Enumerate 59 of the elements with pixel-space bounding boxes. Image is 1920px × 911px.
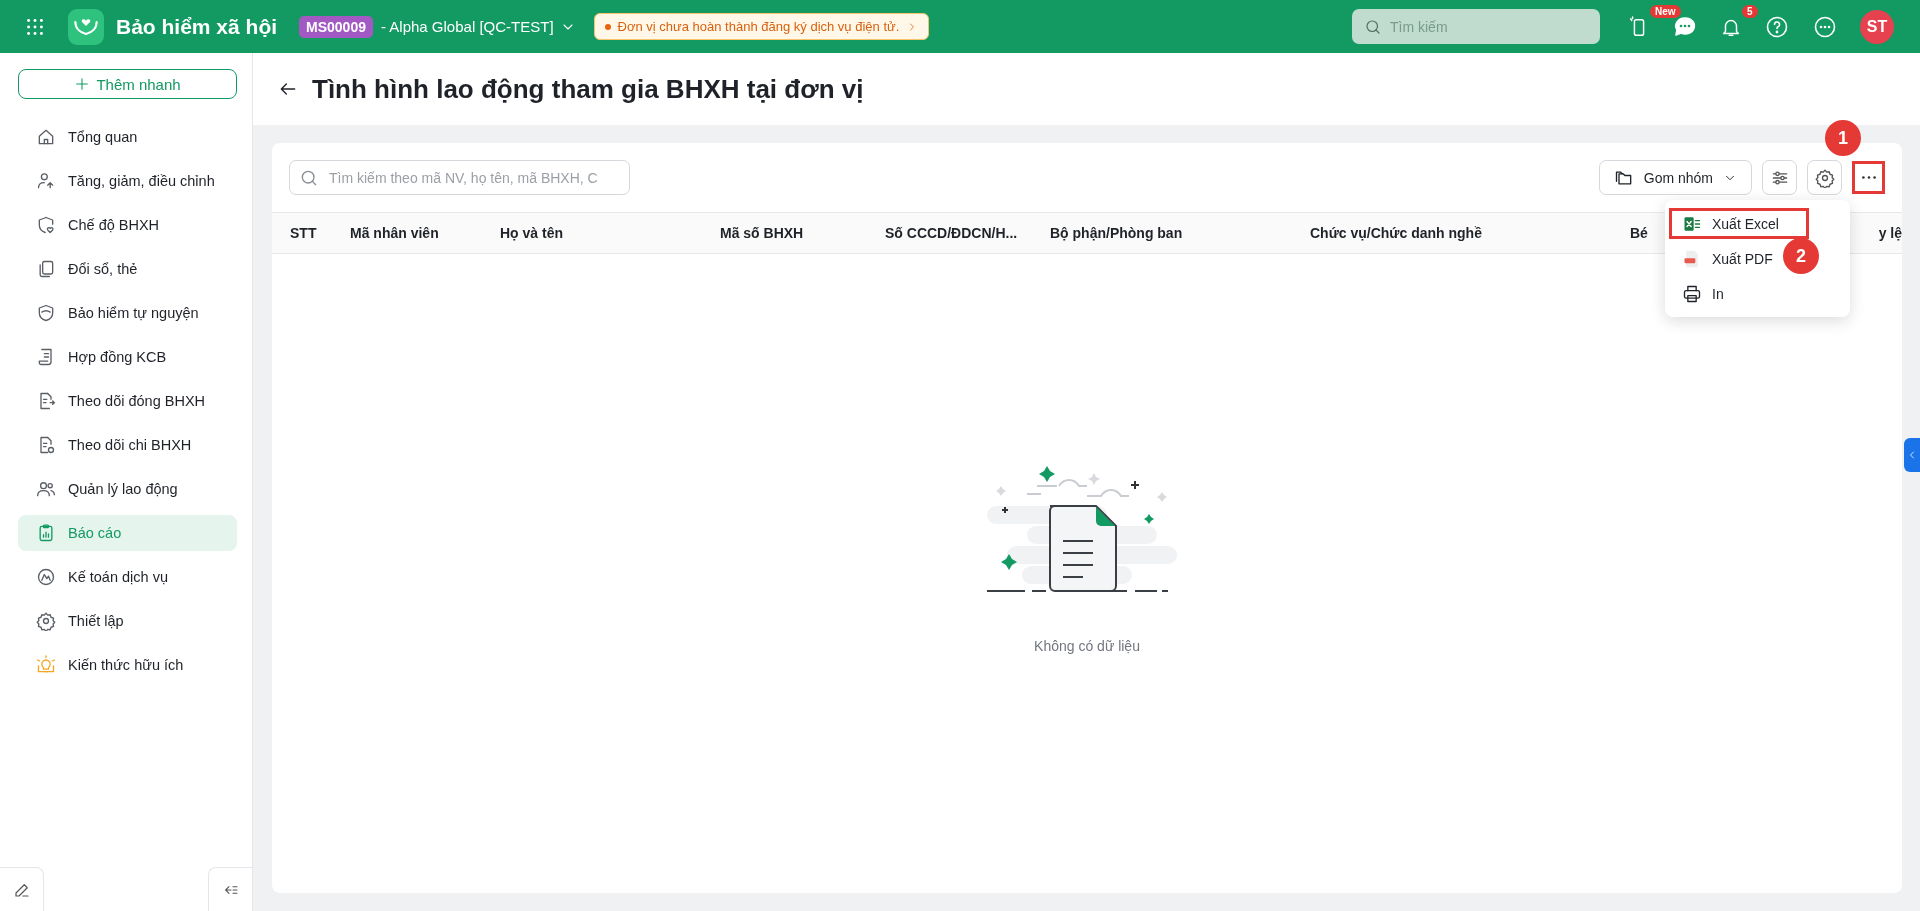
column-header: Số CCCD/ĐDCN/H... [885,225,1018,241]
shield-heart-icon [36,215,56,235]
column-header: Bộ phận/Phòng ban [1050,225,1183,241]
edit-button[interactable] [0,867,44,911]
sidebar-item[interactable]: Kiến thức hữu ích [18,647,237,683]
printer-icon [1682,283,1702,304]
quick-add-button[interactable]: Thêm nhanh [18,69,237,99]
chart-circle-icon [36,567,56,587]
step-marker: 1 [1825,120,1861,156]
notice-banner[interactable]: Đơn vị chưa hoàn thành đăng ký dịch vụ điện tử. [593,13,930,40]
users-icon [36,479,56,499]
collapse-sidebar-button[interactable] [208,867,252,911]
house-icon [36,127,56,147]
column-header: Mã số BHXH [720,225,804,241]
sidebar-item[interactable]: Thiết lập [18,603,237,639]
column-header: Họ và tên [500,225,563,241]
sidebar-item[interactable]: Đổi sổ, thẻ [18,251,237,287]
more-options-button[interactable] [1852,161,1885,194]
sidebar-item[interactable]: Chế độ BHXH [18,207,237,243]
sidebar-item[interactable]: Theo dõi chi BHXH [18,427,237,463]
org-code-tag: MS00009 [299,15,373,38]
more-icon [1861,176,1876,179]
sidebar-item[interactable]: Kế toán dịch vụ [18,559,237,595]
column-header: Bé [1630,225,1648,241]
app-title: Bảo hiểm xã hội [116,14,278,39]
column-header: y lệ [1878,225,1902,241]
shield-icon [36,303,56,323]
sidebar-item[interactable]: Tăng, giảm, điều chỉnh [18,163,237,199]
filter-button[interactable] [1762,160,1797,195]
sidebar-item[interactable]: Quản lý lao động [18,471,237,507]
empty-message: Không có dữ liệu [1034,638,1140,654]
column-header: STT [290,225,317,241]
user-avatar[interactable]: ST [1860,9,1894,44]
sidebar-item[interactable]: Theo dõi đóng BHXH [18,383,237,419]
notification-count: 5 [1742,4,1758,18]
gear-icon [36,611,56,631]
plus-icon [74,76,91,92]
more-icon [1813,14,1837,39]
column-header: Mã nhân viên [350,225,439,241]
search-field[interactable]: Tìm kiếm [1352,9,1600,44]
lightbulb-icon [36,655,56,675]
user-arrow-icon [36,171,56,191]
column-header: Chức vụ/Chức danh nghề [1310,225,1482,241]
sidebar-item[interactable]: Bảo hiểm tự nguyện [18,295,237,331]
chat-bubble-icon [1673,14,1697,39]
new-badge: New [1650,4,1681,18]
org-name[interactable]: - Alpha Global [QC-TEST] [381,18,554,35]
menu-item[interactable]: In [1669,278,1735,309]
search-icon [1364,17,1382,36]
search-field[interactable]: Tìm kiếm theo mã NV, họ tên, mã BHXH, C [289,160,630,195]
settings-button[interactable] [1807,160,1842,195]
menu-item[interactable]: Xuất Excel [1669,208,1809,239]
gear-icon [1814,167,1835,188]
group-button[interactable]: Gom nhóm [1598,160,1752,195]
page-title: Tình hình lao động tham gia BHXH tại đơn vị [312,73,864,105]
menu-item[interactable]: Xuất PDF [1669,243,1784,274]
help-icon [1765,14,1789,39]
sidebar-item[interactable]: Tổng quan [18,119,237,155]
sidebar-item[interactable]: Hợp đồng KCB [18,339,237,375]
